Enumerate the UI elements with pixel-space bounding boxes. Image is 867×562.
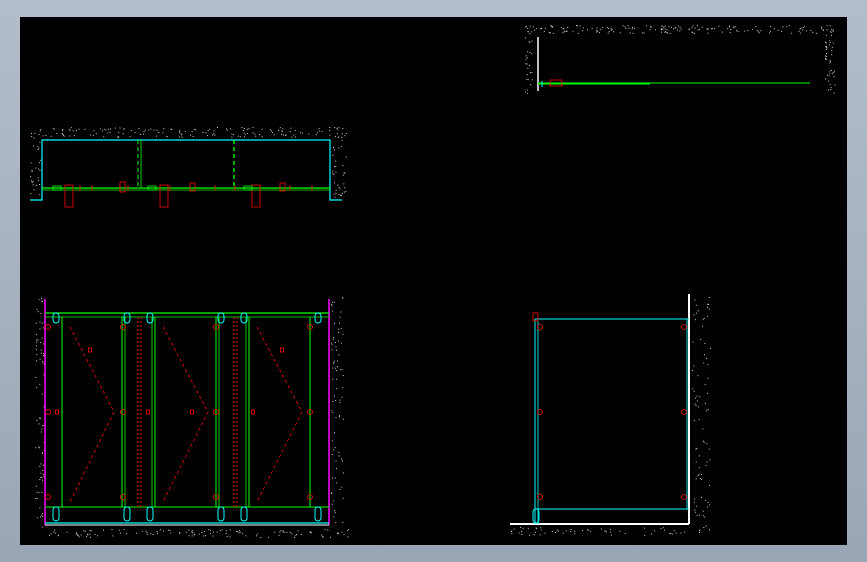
front-hardware: [45, 312, 322, 522]
side-hardware: [532, 312, 687, 524]
glass-panels: [61, 317, 311, 507]
top-detail-view[interactable]: [537, 37, 810, 91]
plan-hardware: [52, 181, 313, 208]
plan-view[interactable]: [30, 139, 342, 208]
side-elevation-view[interactable]: [510, 294, 690, 525]
cad-drawing: [30, 25, 836, 538]
drawing-canvas[interactable]: [20, 17, 847, 545]
wall-hatching: [30, 25, 836, 538]
front-elevation-view[interactable]: [44, 299, 330, 526]
viewer-frame: [0, 0, 867, 562]
